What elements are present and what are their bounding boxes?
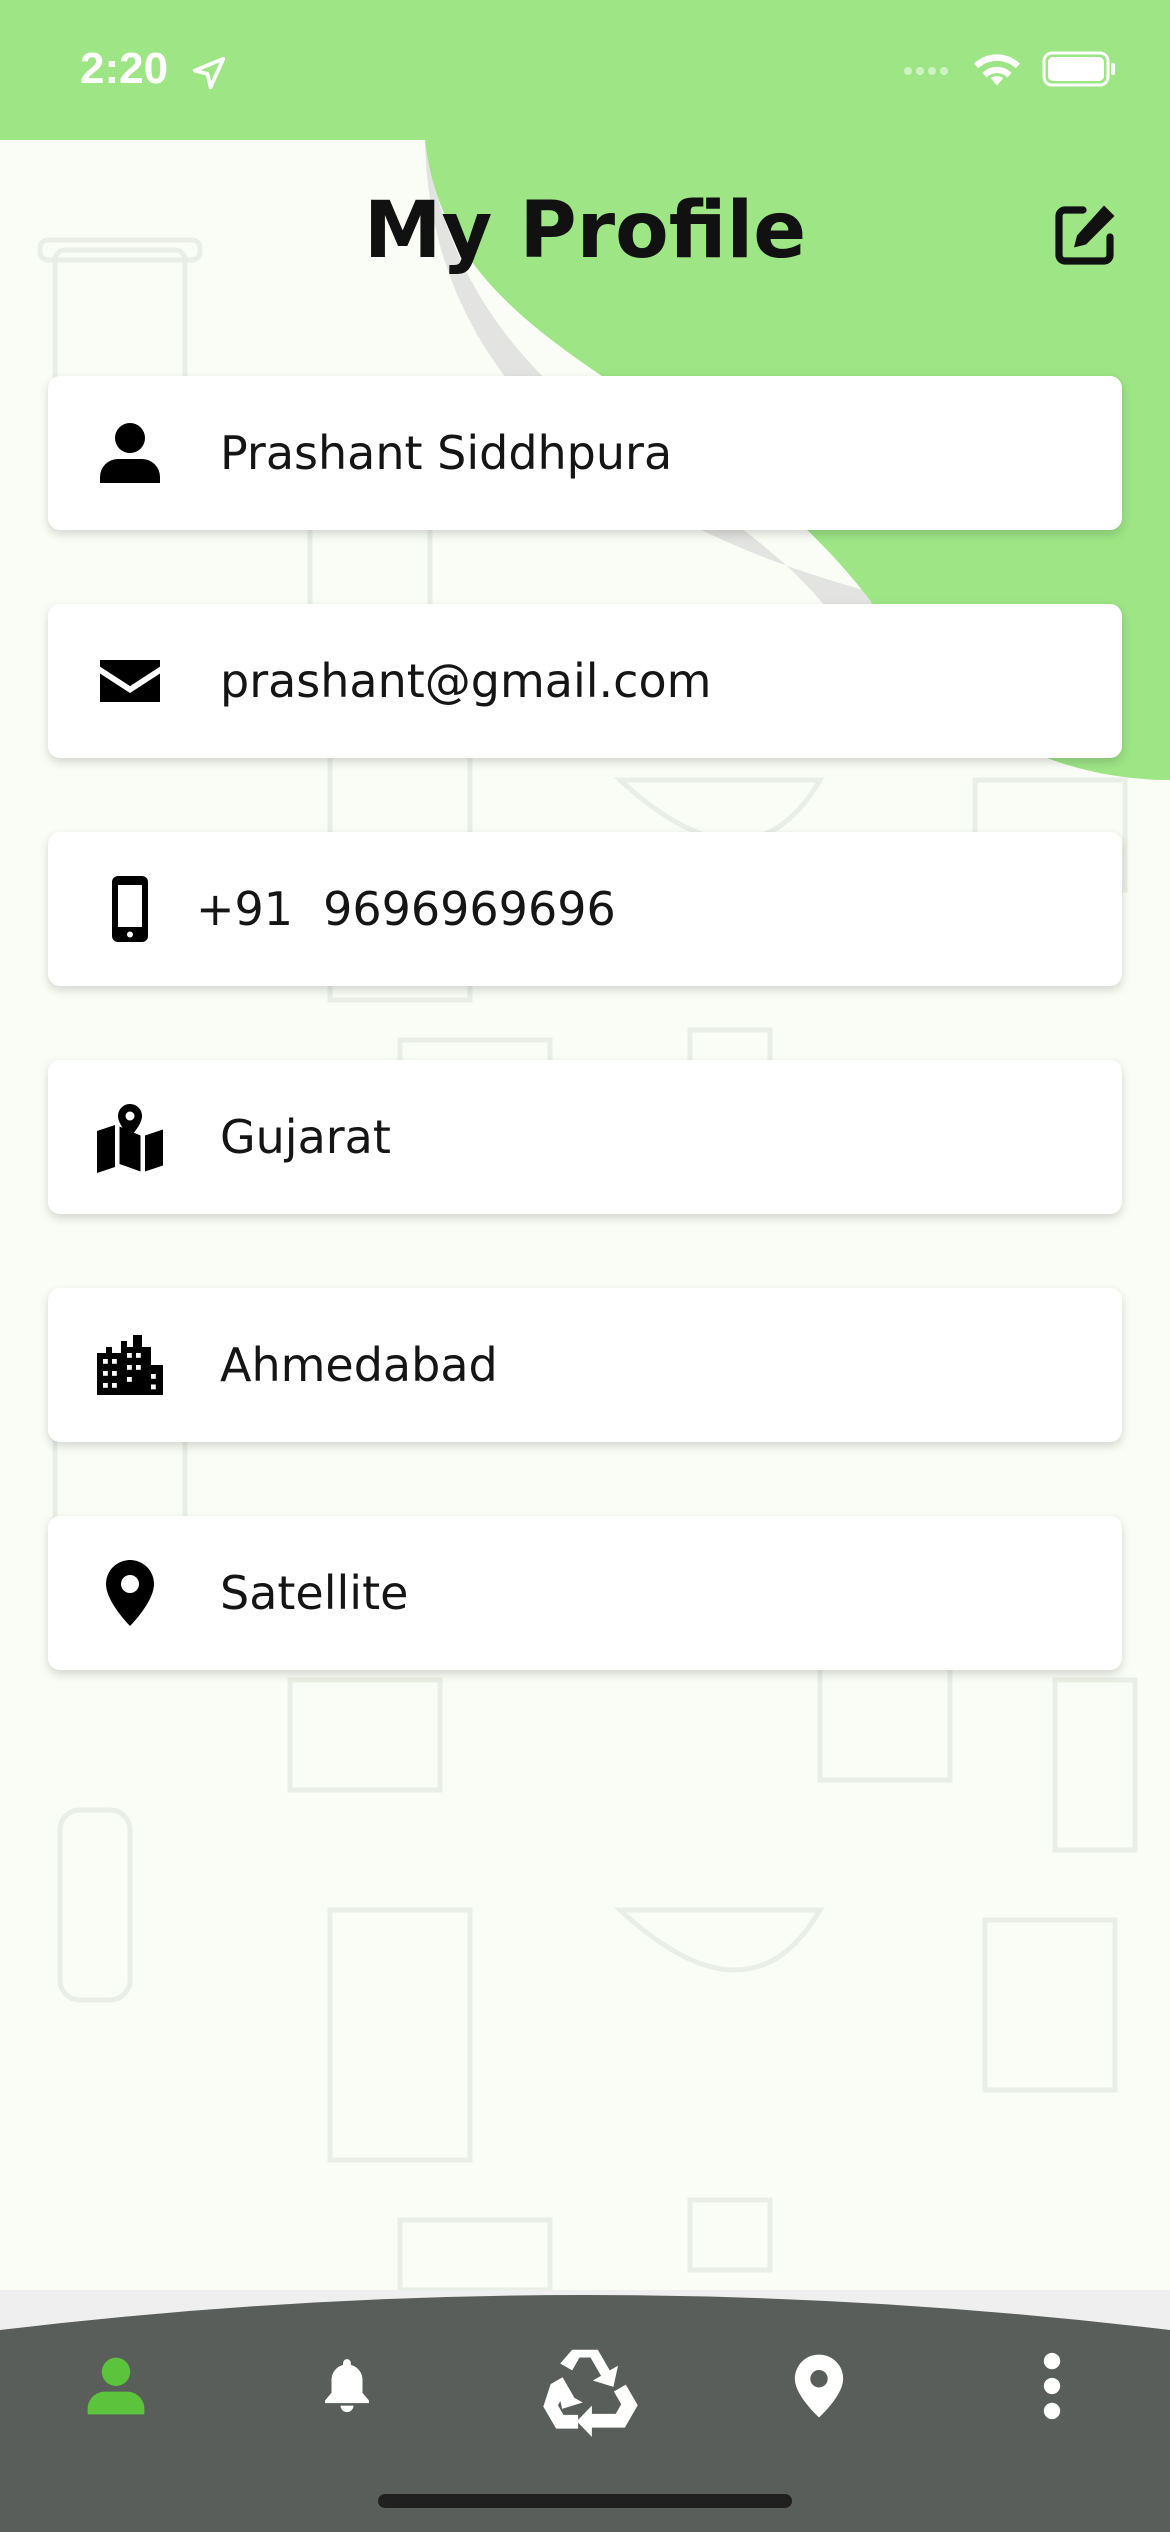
phone-country-code: +91: [196, 882, 294, 936]
area-card: Satellite: [48, 1516, 1122, 1670]
recycle-icon[interactable]: [530, 2336, 640, 2446]
edit-icon[interactable]: [1050, 198, 1122, 270]
city-icon: [97, 1335, 163, 1395]
city-value: Ahmedabad: [220, 1338, 498, 1392]
phone-card: +91 9696969696: [48, 832, 1122, 986]
mobile-phone-icon: [112, 876, 148, 942]
page-title: My Profile: [363, 186, 807, 276]
map-pin-icon: [106, 1560, 154, 1626]
battery-icon: [1042, 51, 1115, 87]
area-value: Satellite: [220, 1566, 409, 1620]
home-indicator[interactable]: [378, 2494, 792, 2508]
envelope-icon: [100, 660, 160, 702]
city-card: Ahmedabad: [48, 1288, 1122, 1442]
state-card: Gujarat: [48, 1060, 1122, 1214]
signal-icon: [904, 60, 952, 79]
phone-number: 9696969696: [323, 882, 616, 936]
location-icon[interactable]: [790, 2352, 848, 2420]
status-bar: 2:20: [0, 0, 1170, 140]
phone-value: +91 9696969696: [196, 882, 616, 936]
bell-icon[interactable]: [316, 2352, 378, 2418]
profile-icon[interactable]: [82, 2352, 150, 2420]
status-indicators: [904, 50, 1118, 88]
wifi-icon: [974, 54, 1020, 86]
location-arrow-icon: [192, 56, 226, 90]
name-value: Prashant Siddhpura: [220, 426, 673, 480]
more-icon[interactable]: [1032, 2352, 1072, 2420]
email-value: prashant@gmail.com: [220, 654, 712, 708]
status-time: 2:20: [80, 44, 169, 93]
name-card: Prashant Siddhpura: [48, 376, 1122, 530]
person-icon: [100, 423, 160, 483]
state-value: Gujarat: [220, 1110, 391, 1164]
map-icon: [97, 1104, 163, 1173]
email-card: prashant@gmail.com: [48, 604, 1122, 758]
profile-details: Prashant Siddhpura prashant@gmail.com +9…: [48, 376, 1122, 1744]
